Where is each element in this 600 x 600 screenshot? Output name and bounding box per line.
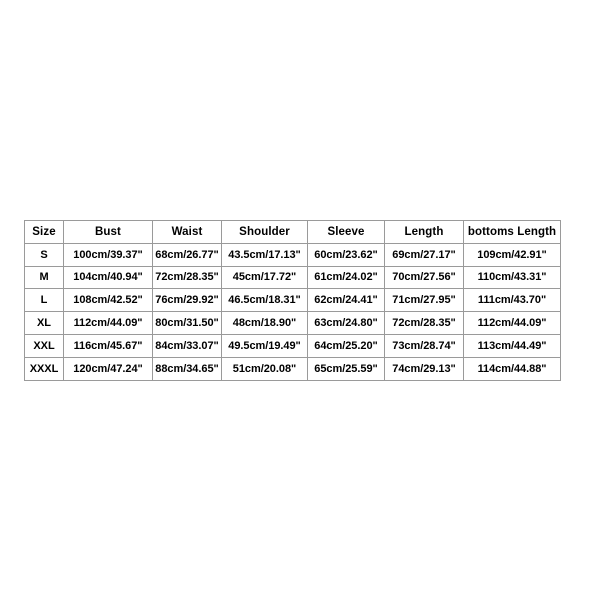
size-chart-container: Size Bust Waist Shoulder Sleeve Length b… bbox=[24, 220, 561, 381]
cell-waist: 68cm/26.77" bbox=[152, 242, 222, 267]
cell-size: M bbox=[24, 265, 64, 290]
cell-size: XXXL bbox=[24, 356, 64, 381]
cell-size: S bbox=[24, 242, 64, 267]
cell-sleeve: 60cm/23.62" bbox=[307, 242, 385, 267]
table-row: XXL 116cm/45.67" 84cm/33.07" 49.5cm/19.4… bbox=[24, 333, 561, 358]
cell-shoulder: 43.5cm/17.13" bbox=[221, 242, 308, 267]
cell-bust: 116cm/45.67" bbox=[63, 333, 153, 358]
cell-bottoms-length: 114cm/44.88" bbox=[463, 356, 561, 381]
cell-sleeve: 65cm/25.59" bbox=[307, 356, 385, 381]
cell-sleeve: 64cm/25.20" bbox=[307, 333, 385, 358]
cell-size: L bbox=[24, 288, 64, 313]
table-row: S 100cm/39.37" 68cm/26.77" 43.5cm/17.13"… bbox=[24, 242, 561, 267]
cell-shoulder: 51cm/20.08" bbox=[221, 356, 308, 381]
cell-bottoms-length: 109cm/42.91" bbox=[463, 242, 561, 267]
column-header-bust: Bust bbox=[63, 220, 153, 244]
cell-length: 72cm/28.35" bbox=[384, 311, 464, 335]
cell-sleeve: 63cm/24.80" bbox=[307, 311, 385, 335]
cell-bottoms-length: 113cm/44.49" bbox=[463, 333, 561, 358]
column-header-length: Length bbox=[384, 220, 464, 244]
cell-shoulder: 46.5cm/18.31" bbox=[221, 288, 308, 313]
cell-waist: 76cm/29.92" bbox=[152, 288, 222, 313]
table-row: XXXL 120cm/47.24" 88cm/34.65" 51cm/20.08… bbox=[24, 356, 561, 381]
cell-length: 73cm/28.74" bbox=[384, 333, 464, 358]
cell-length: 74cm/29.13" bbox=[384, 356, 464, 381]
table-row: M 104cm/40.94" 72cm/28.35" 45cm/17.72" 6… bbox=[24, 265, 561, 290]
column-header-shoulder: Shoulder bbox=[221, 220, 308, 244]
cell-waist: 72cm/28.35" bbox=[152, 265, 222, 290]
cell-length: 70cm/27.56" bbox=[384, 265, 464, 290]
cell-waist: 80cm/31.50" bbox=[152, 311, 222, 335]
size-chart-table: Size Bust Waist Shoulder Sleeve Length b… bbox=[24, 220, 561, 381]
cell-bust: 100cm/39.37" bbox=[63, 242, 153, 267]
cell-bust: 108cm/42.52" bbox=[63, 288, 153, 313]
column-header-waist: Waist bbox=[152, 220, 222, 244]
cell-bust: 120cm/47.24" bbox=[63, 356, 153, 381]
cell-sleeve: 61cm/24.02" bbox=[307, 265, 385, 290]
column-header-bottoms-length: bottoms Length bbox=[463, 220, 561, 244]
column-header-size: Size bbox=[24, 220, 64, 244]
cell-length: 69cm/27.17" bbox=[384, 242, 464, 267]
cell-length: 71cm/27.95" bbox=[384, 288, 464, 313]
cell-bottoms-length: 111cm/43.70" bbox=[463, 288, 561, 313]
cell-bottoms-length: 112cm/44.09" bbox=[463, 311, 561, 335]
cell-bust: 112cm/44.09" bbox=[63, 311, 153, 335]
cell-bust: 104cm/40.94" bbox=[63, 265, 153, 290]
cell-waist: 88cm/34.65" bbox=[152, 356, 222, 381]
cell-sleeve: 62cm/24.41" bbox=[307, 288, 385, 313]
cell-size: XXL bbox=[24, 333, 64, 358]
table-row: XL 112cm/44.09" 80cm/31.50" 48cm/18.90" … bbox=[24, 311, 561, 335]
table-header-row: Size Bust Waist Shoulder Sleeve Length b… bbox=[24, 220, 561, 244]
cell-bottoms-length: 110cm/43.31" bbox=[463, 265, 561, 290]
cell-size: XL bbox=[24, 311, 64, 335]
cell-shoulder: 49.5cm/19.49" bbox=[221, 333, 308, 358]
table-row: L 108cm/42.52" 76cm/29.92" 46.5cm/18.31"… bbox=[24, 288, 561, 313]
cell-shoulder: 48cm/18.90" bbox=[221, 311, 308, 335]
column-header-sleeve: Sleeve bbox=[307, 220, 385, 244]
cell-waist: 84cm/33.07" bbox=[152, 333, 222, 358]
cell-shoulder: 45cm/17.72" bbox=[221, 265, 308, 290]
